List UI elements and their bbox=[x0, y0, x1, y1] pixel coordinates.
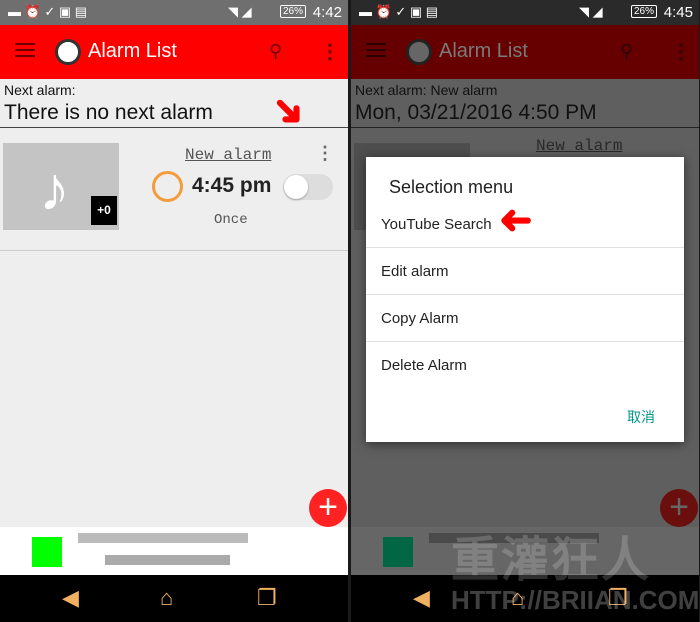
next-alarm-value: There is no next alarm bbox=[4, 101, 213, 124]
screen-alarm-list: ▬ ⏰ ✓ ▣ ▤ ◥ ◢ 26% 4:42 Alarm List ⚲ ⋮ Ne… bbox=[0, 0, 348, 622]
watermark-logo: 重灌狂人 bbox=[451, 534, 652, 587]
ad-banner[interactable] bbox=[0, 527, 348, 575]
alarm-name-link[interactable]: New alarm bbox=[185, 146, 271, 164]
overflow-menu-icon: ⋮ bbox=[671, 41, 691, 63]
wifi-signal-icon: ◥ ◢ bbox=[228, 4, 252, 19]
divider bbox=[0, 250, 348, 251]
status-time: 4:42 bbox=[312, 4, 342, 21]
battery-indicator: 26% bbox=[630, 5, 657, 18]
hamburger-menu-icon bbox=[366, 43, 386, 57]
notification-icons: ▬ ⏰ ✓ ▣ ▤ bbox=[8, 4, 88, 19]
alarm-enable-toggle[interactable] bbox=[283, 174, 333, 200]
watermark-url: HTTP://BRIIAN.COM bbox=[451, 585, 699, 615]
alarm-clock-logo-icon bbox=[55, 39, 81, 65]
menu-item-edit-alarm[interactable]: Edit alarm bbox=[366, 248, 684, 295]
status-time: 4:45 bbox=[663, 4, 693, 21]
next-alarm-label: Next alarm: bbox=[4, 82, 76, 98]
dialog-title: Selection menu bbox=[389, 177, 514, 197]
cancel-button[interactable]: 取消 bbox=[627, 407, 655, 427]
back-icon[interactable]: ◀ bbox=[62, 585, 79, 611]
screen-selection-menu[interactable]: ▬ ⏰ ✓ ▣ ▤ ◥ ◢ 26% 4:45 Alarm List ⚲ ⋮ Ne… bbox=[351, 0, 699, 622]
menu-item-delete-alarm[interactable]: Delete Alarm bbox=[366, 342, 684, 389]
annotation-arrow-icon: ➜ bbox=[499, 199, 533, 243]
annotation-arrow-icon: ➜ bbox=[261, 83, 317, 139]
alarm-name-link: New alarm bbox=[536, 137, 623, 155]
home-icon[interactable]: ⌂ bbox=[160, 585, 173, 611]
recents-icon[interactable]: ❐ bbox=[257, 585, 277, 611]
ad-text-blurred bbox=[105, 555, 230, 565]
search-icon: ⚲ bbox=[620, 41, 634, 61]
overflow-menu-icon[interactable]: ⋮ bbox=[320, 39, 340, 64]
divider bbox=[351, 127, 699, 128]
navigation-bar: ◀ ⌂ ❐ bbox=[0, 575, 348, 622]
app-bar: Alarm List ⚲ ⋮ bbox=[351, 25, 699, 79]
music-note-icon: ♪ bbox=[39, 155, 70, 224]
notification-icons: ▬ ⏰ ✓ ▣ ▤ bbox=[359, 4, 439, 19]
ad-logo bbox=[32, 537, 62, 567]
battery-indicator: 26% bbox=[279, 5, 306, 18]
alarm-time[interactable]: 4:45 pm bbox=[192, 174, 271, 198]
back-icon[interactable]: ◀ bbox=[413, 585, 430, 611]
next-alarm-label: Next alarm: New alarm bbox=[355, 82, 498, 98]
alarm-clock-logo-icon bbox=[406, 39, 432, 65]
ad-text-blurred bbox=[78, 533, 248, 543]
search-icon[interactable]: ⚲ bbox=[269, 41, 282, 62]
wifi-signal-icon: ◥ ◢ bbox=[579, 4, 603, 19]
hamburger-menu-icon[interactable] bbox=[15, 43, 35, 57]
count-badge: +0 bbox=[91, 196, 117, 225]
alarm-timer-icon bbox=[152, 171, 183, 202]
app-title: Alarm List bbox=[88, 40, 177, 62]
ad-logo bbox=[383, 537, 413, 567]
menu-item-copy-alarm[interactable]: Copy Alarm bbox=[366, 295, 684, 342]
alarm-sound-thumbnail[interactable]: ♪ +0 bbox=[3, 143, 119, 230]
alarm-options-icon[interactable]: ⋮ bbox=[316, 143, 334, 164]
alarm-repeat: Once bbox=[214, 212, 248, 228]
app-title: Alarm List bbox=[439, 40, 528, 62]
add-alarm-button[interactable]: + bbox=[309, 489, 347, 527]
status-bar: ▬ ⏰ ✓ ▣ ▤ ◥ ◢ 26% 4:45 bbox=[351, 0, 699, 25]
status-bar: ▬ ⏰ ✓ ▣ ▤ ◥ ◢ 26% 4:42 bbox=[0, 0, 348, 25]
add-alarm-button: + bbox=[660, 489, 698, 527]
app-bar: Alarm List ⚲ ⋮ bbox=[0, 25, 348, 79]
next-alarm-value: Mon, 03/21/2016 4:50 PM bbox=[355, 101, 597, 124]
